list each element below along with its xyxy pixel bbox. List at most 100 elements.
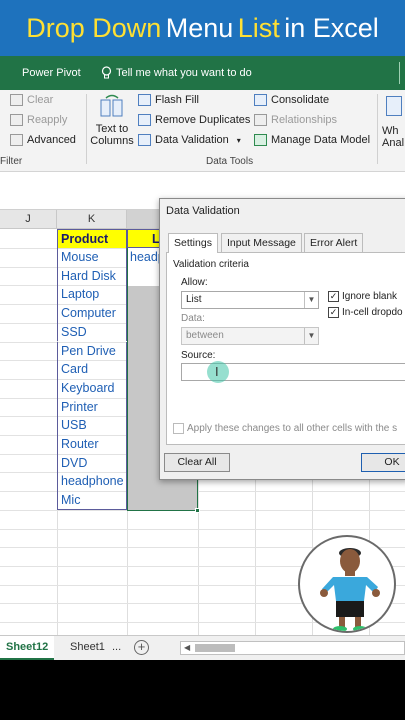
ribbon-tab-bar: Power Pivot Tell me what you want to do xyxy=(0,56,405,90)
product-cell[interactable]: DVD xyxy=(57,453,127,473)
product-cell[interactable]: Router xyxy=(57,435,127,454)
clear-all-button[interactable]: Clear All xyxy=(164,453,230,472)
advanced-filter-button[interactable]: Advanced xyxy=(10,134,76,146)
clear-filter-button[interactable]: Clear xyxy=(10,94,53,106)
clear-filter-icon xyxy=(10,94,23,106)
remove-duplicates-button[interactable]: Remove Duplicates xyxy=(138,114,250,126)
sheet-tab-bar: Sheet12 Sheet1 ... + ◀ xyxy=(0,635,405,660)
add-sheet-icon[interactable]: + xyxy=(134,640,149,655)
ignore-blank-label: Ignore blank xyxy=(342,291,398,302)
presenter-avatar xyxy=(298,535,396,633)
menubar-edge xyxy=(399,62,405,84)
banner-part3: List xyxy=(237,12,280,43)
product-cell[interactable]: Keyboard xyxy=(57,378,127,398)
allow-value: List xyxy=(186,294,202,305)
data-validation-icon xyxy=(138,134,151,146)
filter-group-label: Filter xyxy=(0,156,23,167)
scrollbar-thumb[interactable] xyxy=(195,644,235,652)
gridline-horizontal xyxy=(0,509,405,511)
ignore-blank-checkbox[interactable]: ✓ Ignore blank xyxy=(328,291,397,302)
data-value: between xyxy=(186,330,224,341)
tab-error-alert[interactable]: Error Alert xyxy=(304,233,364,252)
ribbon-separator xyxy=(377,94,378,164)
horizontal-scrollbar[interactable]: ◀ xyxy=(180,641,405,655)
flash-fill-button[interactable]: Flash Fill xyxy=(138,94,199,106)
in-cell-dropdown-checkbox[interactable]: ✓ In-cell dropdo xyxy=(328,307,403,318)
sheet-tab-sheet12[interactable]: Sheet12 xyxy=(0,636,55,660)
what-if-label2: Anal xyxy=(382,137,405,149)
ribbon: Clear Reapply Advanced Filter Text to Co… xyxy=(0,90,405,172)
tell-me-label: Tell me what you want to do xyxy=(116,66,252,79)
reapply-button[interactable]: Reapply xyxy=(10,114,67,126)
product-cell[interactable]: Pen Drive xyxy=(57,341,127,361)
ok-button[interactable]: OK xyxy=(361,453,405,472)
product-cell[interactable]: USB xyxy=(57,416,127,435)
remove-duplicates-icon xyxy=(138,114,151,126)
text-to-columns-label1: Text to xyxy=(95,123,129,135)
product-cell[interactable]: Hard Disk xyxy=(57,266,127,286)
validation-criteria-label: Validation criteria xyxy=(173,259,249,270)
tab-settings[interactable]: Settings xyxy=(168,233,218,253)
checkbox-icon xyxy=(173,423,184,434)
consolidate-label: Consolidate xyxy=(271,94,330,106)
relationships-button[interactable]: Relationships xyxy=(254,114,337,126)
banner-part1: Drop Down xyxy=(26,12,162,43)
banner-part2: Menu xyxy=(165,12,234,43)
column-header-j[interactable]: J xyxy=(0,210,57,229)
tab-power-pivot[interactable]: Power Pivot xyxy=(22,67,81,79)
text-cursor-icon: I xyxy=(215,364,219,379)
apply-all-checkbox[interactable]: Apply these changes to all other cells w… xyxy=(173,423,397,434)
data-model-icon xyxy=(254,134,267,146)
scroll-left-icon[interactable]: ◀ xyxy=(184,642,190,654)
apply-all-label: Apply these changes to all other cells w… xyxy=(187,423,398,434)
what-if-icon xyxy=(386,96,402,116)
product-cell[interactable]: Mouse xyxy=(57,248,127,267)
cell-product-header[interactable]: Product xyxy=(57,229,127,248)
banner-part4: in Excel xyxy=(284,12,379,43)
title-banner: Drop Down Menu List in Excel xyxy=(0,0,405,56)
dialog-title: Data Validation xyxy=(166,205,240,217)
advanced-filter-icon xyxy=(10,134,23,146)
data-select[interactable]: between ▼ xyxy=(181,327,319,345)
data-label: Data: xyxy=(181,313,205,324)
reapply-icon xyxy=(10,114,23,126)
chevron-down-icon: ▼ xyxy=(304,292,318,308)
manage-data-model-button[interactable]: Manage Data Model xyxy=(254,134,370,146)
product-cell[interactable]: Mic xyxy=(57,491,127,510)
more-sheets-button[interactable]: ... xyxy=(106,636,127,660)
what-if-analysis-button[interactable]: Wh Anal xyxy=(382,96,405,149)
clear-label: Clear xyxy=(27,94,54,106)
bottom-bar xyxy=(0,660,405,720)
allow-label: Allow: xyxy=(181,277,208,288)
column-header-k[interactable]: K xyxy=(57,210,127,229)
check-icon: ✓ xyxy=(328,291,339,302)
tab-input-message[interactable]: Input Message xyxy=(221,233,302,252)
data-validation-label: Data Validation xyxy=(155,134,229,146)
tell-me-box[interactable]: Tell me what you want to do xyxy=(101,66,252,79)
product-cell[interactable]: Laptop xyxy=(57,285,127,305)
product-cell[interactable]: Card xyxy=(57,360,127,379)
product-cell[interactable]: Computer xyxy=(57,304,127,323)
consolidate-button[interactable]: Consolidate xyxy=(254,94,329,106)
in-cell-dropdown-label: In-cell dropdo xyxy=(342,307,403,318)
text-to-columns-button[interactable]: Text to Columns xyxy=(90,94,134,147)
relationships-label: Relationships xyxy=(271,114,338,126)
allow-select[interactable]: List ▼ xyxy=(181,291,319,309)
check-icon: ✓ xyxy=(328,307,339,318)
chevron-down-icon: ▼ xyxy=(304,328,318,344)
cartoon-man-icon xyxy=(320,548,380,631)
manage-data-model-label: Manage Data Model xyxy=(271,134,371,146)
flash-fill-label: Flash Fill xyxy=(155,94,200,106)
remove-duplicates-label: Remove Duplicates xyxy=(155,114,251,126)
product-cell[interactable]: SSD xyxy=(57,322,127,342)
ribbon-separator xyxy=(86,94,87,164)
flash-fill-icon xyxy=(138,94,151,106)
fill-handle[interactable] xyxy=(195,508,200,513)
product-cell[interactable]: headphone xyxy=(57,472,127,492)
advanced-label: Advanced xyxy=(27,134,76,146)
data-validation-button[interactable]: Data Validation ▾ xyxy=(138,134,241,146)
text-to-columns-label2: Columns xyxy=(90,135,134,147)
product-cell[interactable]: Printer xyxy=(57,397,127,417)
sheet-tab-sheet1[interactable]: Sheet1 xyxy=(64,636,111,660)
what-if-label1: Wh xyxy=(382,125,399,137)
